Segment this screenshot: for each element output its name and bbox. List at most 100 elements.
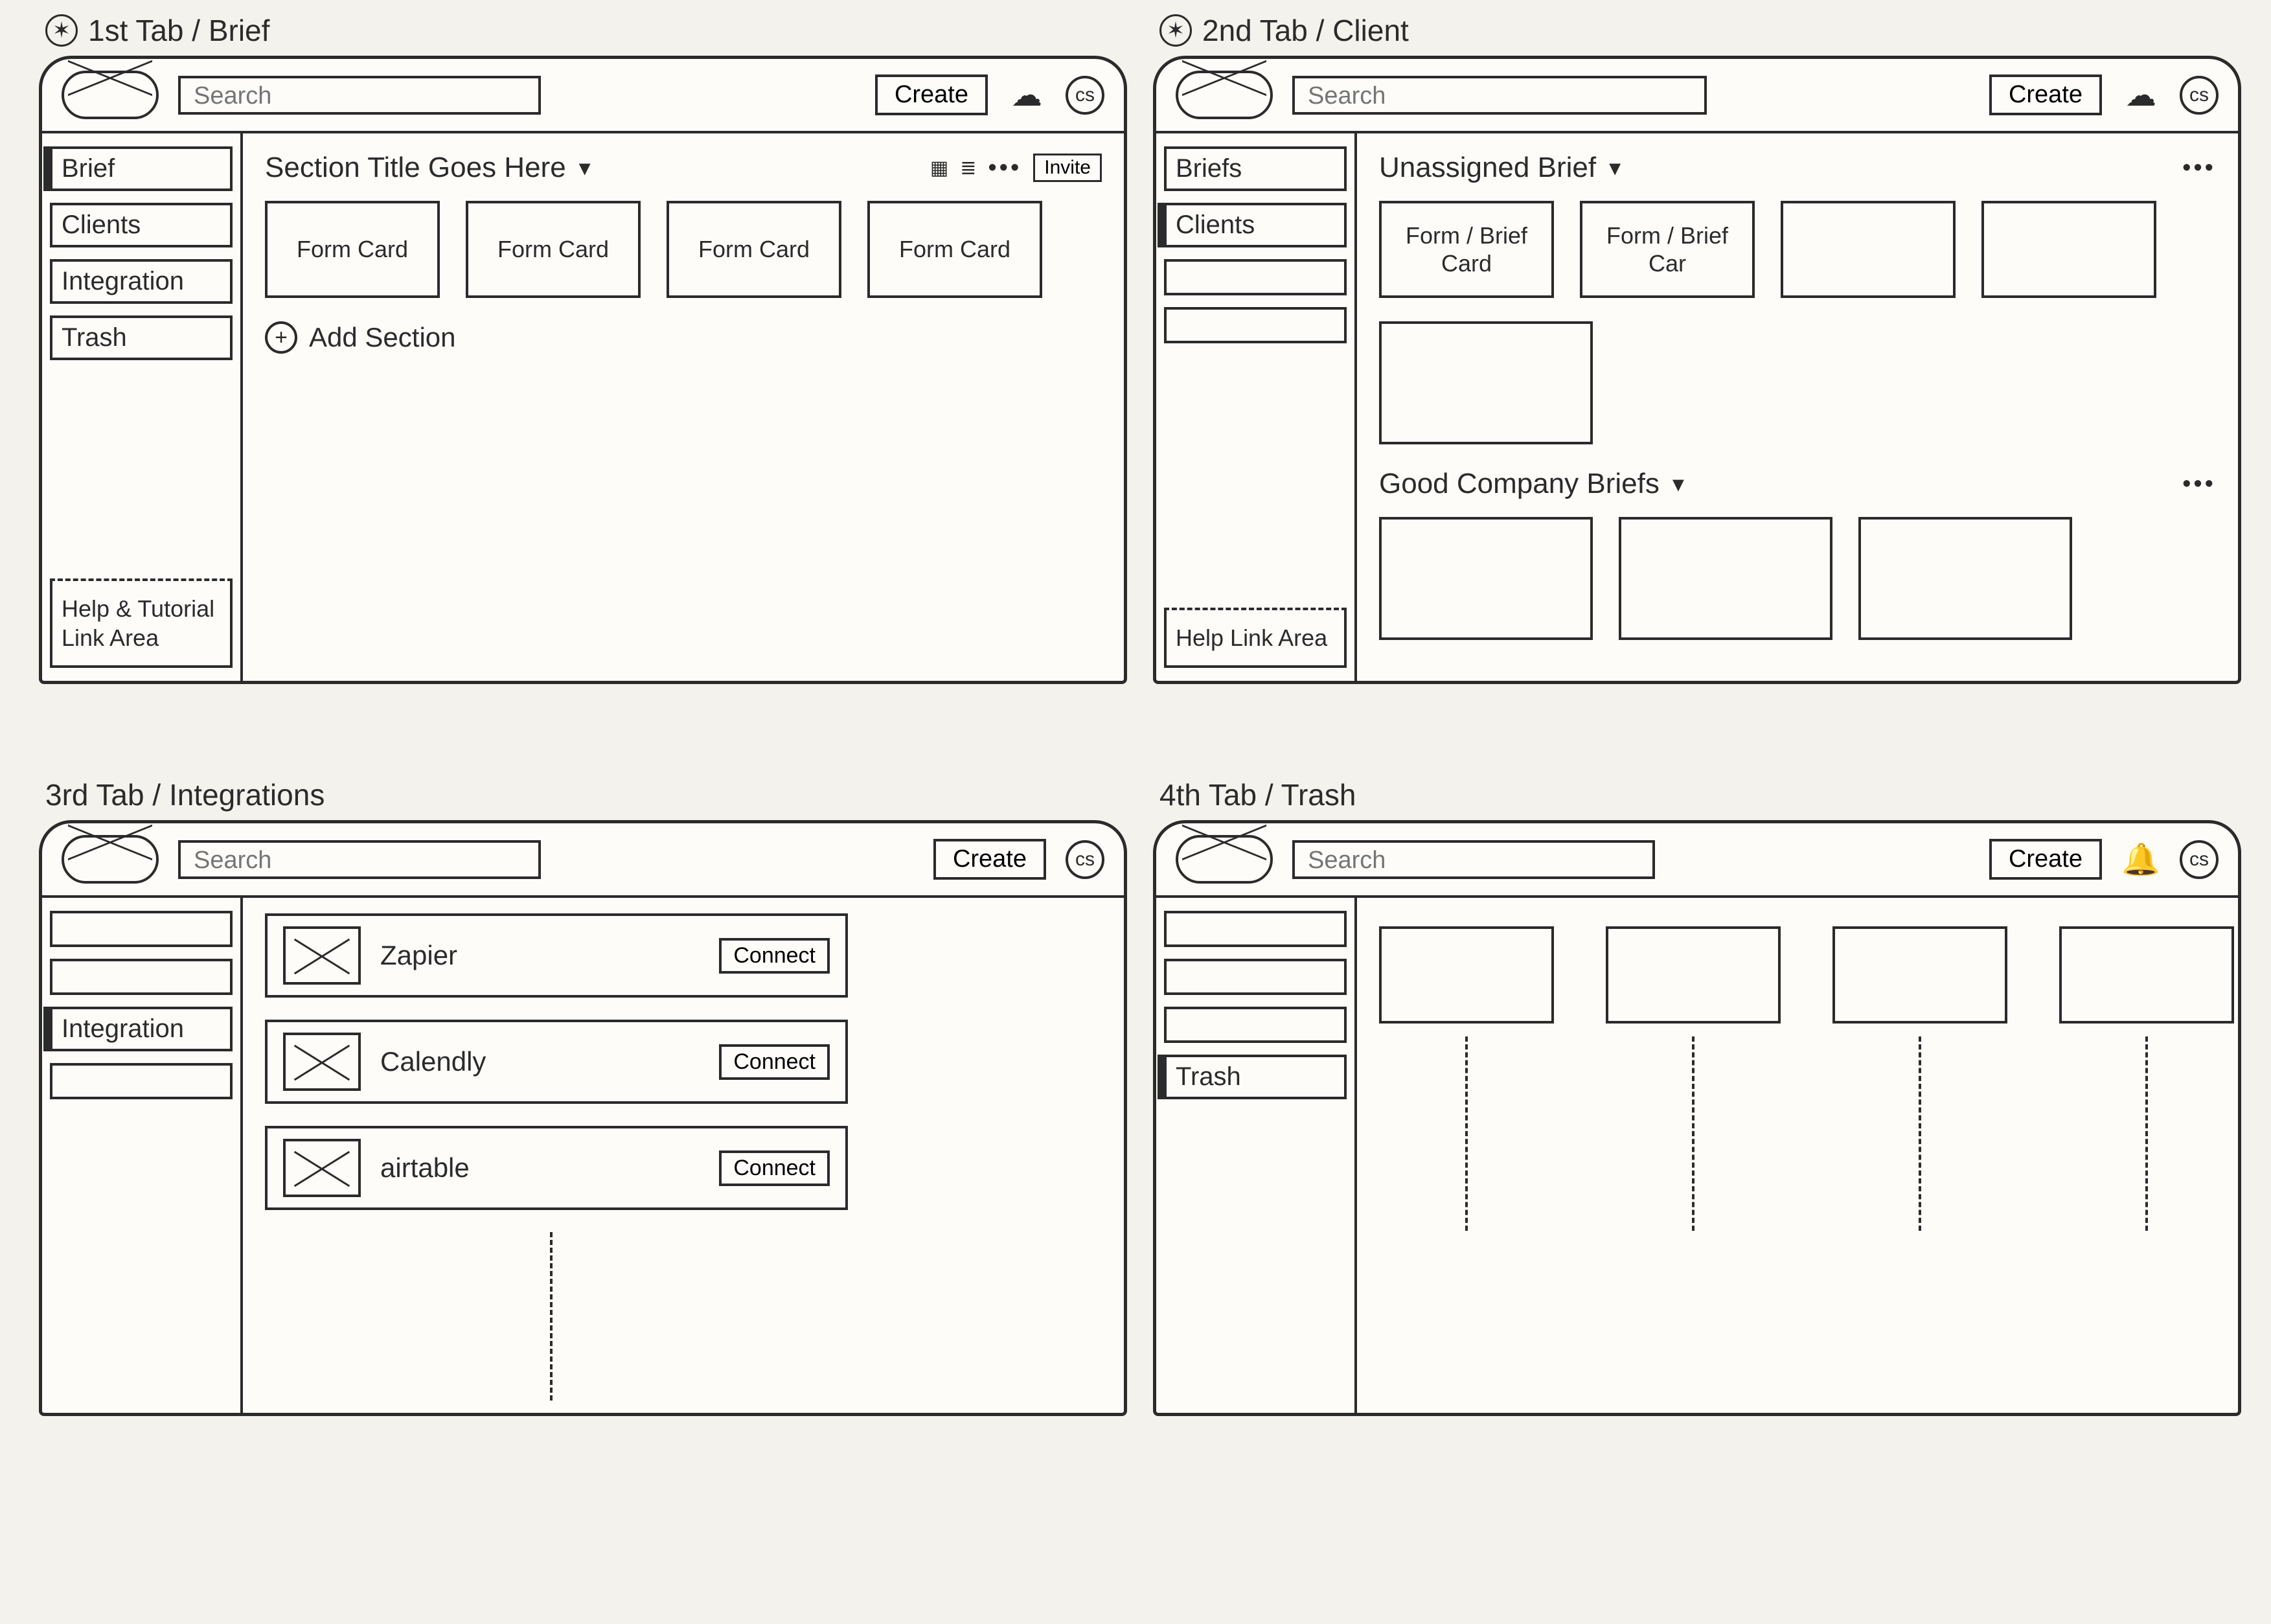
sidebar-item[interactable]	[1164, 259, 1347, 295]
brief-card[interactable]	[1379, 517, 1593, 640]
chevron-down-icon[interactable]: ▾	[1672, 470, 1684, 497]
integration-name: Zapier	[380, 940, 700, 971]
chevron-down-icon[interactable]: ▾	[579, 154, 591, 181]
create-button[interactable]: Create	[1989, 839, 2102, 880]
grid-view-icon[interactable]: ▦	[930, 157, 948, 179]
screen-annotation: ✶ 2nd Tab / Client	[1159, 13, 2241, 48]
brief-card[interactable]	[1981, 201, 2156, 298]
main-content: Zapier Connect Calendly Connect airtable…	[243, 898, 1124, 1413]
main-content	[1357, 898, 2238, 1413]
search-input[interactable]	[178, 840, 541, 879]
trash-card[interactable]	[1379, 926, 1554, 1024]
sidebar-item-trash[interactable]: Trash	[1164, 1055, 1347, 1099]
avatar[interactable]: cs	[1066, 840, 1104, 879]
notification-icon[interactable]: ☁	[1007, 76, 1046, 115]
create-button[interactable]: Create	[1989, 74, 2102, 115]
integration-logo	[283, 1139, 361, 1197]
search-input[interactable]	[178, 76, 541, 115]
form-card[interactable]: Form Card	[265, 201, 440, 298]
main-content: Unassigned Brief ▾ ••• Form / Brief Card…	[1357, 133, 2238, 681]
app-logo[interactable]	[62, 71, 159, 119]
group-title[interactable]: Good Company Briefs	[1379, 468, 1660, 500]
brief-card[interactable]: Form / Brief Card	[1379, 201, 1554, 298]
sidebar-item[interactable]	[1164, 959, 1347, 995]
form-card[interactable]: Form Card	[466, 201, 641, 298]
sidebar: Brief Clients Integration Trash Help & T…	[42, 133, 243, 681]
search-input[interactable]	[1292, 840, 1655, 879]
continuation-indicator	[550, 1232, 553, 1401]
section-title[interactable]: Section Title Goes Here	[265, 152, 566, 184]
create-button[interactable]: Create	[933, 839, 1046, 880]
app-window-integrations: Create cs Integration Zapier Connect	[39, 820, 1127, 1416]
bell-icon[interactable]: 🔔	[2121, 840, 2160, 879]
sidebar-item-clients[interactable]: Clients	[50, 203, 233, 247]
main-content: Section Title Goes Here ▾ ▦ ≣ ••• Invite…	[243, 133, 1124, 681]
avatar[interactable]: cs	[2180, 76, 2219, 115]
group-title[interactable]: Unassigned Brief	[1379, 152, 1596, 184]
section-header: Section Title Goes Here ▾ ▦ ≣ ••• Invite	[265, 152, 1102, 184]
sidebar-item[interactable]	[1164, 911, 1347, 947]
connect-button[interactable]: Connect	[719, 1044, 830, 1080]
invite-button[interactable]: Invite	[1033, 154, 1102, 182]
integration-name: Calendly	[380, 1046, 700, 1077]
more-icon[interactable]: •••	[2182, 470, 2216, 498]
group-header: Unassigned Brief ▾ •••	[1379, 152, 2216, 184]
create-button[interactable]: Create	[875, 74, 988, 115]
trash-card[interactable]	[2059, 926, 2234, 1024]
more-icon[interactable]: •••	[988, 154, 1021, 182]
integration-logo	[283, 926, 361, 985]
star-icon: ✶	[45, 14, 78, 47]
annotation-text: 2nd Tab / Client	[1202, 13, 1409, 48]
sidebar-item[interactable]	[50, 911, 233, 947]
add-section-button[interactable]: + Add Section	[265, 321, 1102, 354]
integration-row: airtable Connect	[265, 1126, 848, 1210]
avatar[interactable]: cs	[1066, 76, 1104, 115]
integration-row: Zapier Connect	[265, 913, 848, 998]
notification-icon[interactable]: ☁	[2121, 76, 2160, 115]
trash-card[interactable]	[1606, 926, 1781, 1024]
help-area[interactable]: Help Link Area	[1164, 608, 1347, 668]
card-row: Form Card Form Card Form Card Form Card	[265, 201, 1102, 298]
app-window-brief: Create ☁ cs Brief Clients Integration Tr…	[39, 56, 1127, 684]
avatar[interactable]: cs	[2180, 840, 2219, 879]
sidebar-item-integration[interactable]: Integration	[50, 259, 233, 304]
continuation-indicator	[1692, 1036, 1695, 1231]
sidebar: Briefs Clients Help Link Area	[1156, 133, 1357, 681]
brief-card[interactable]	[1858, 517, 2072, 640]
app-logo[interactable]	[1176, 71, 1273, 119]
sidebar-item-brief[interactable]: Brief	[50, 146, 233, 191]
sidebar-item[interactable]	[1164, 307, 1347, 343]
connect-button[interactable]: Connect	[719, 938, 830, 974]
brief-card[interactable]: Form / Brief Car	[1580, 201, 1755, 298]
search-input[interactable]	[1292, 76, 1707, 115]
annotation-text: 4th Tab / Trash	[1159, 777, 1356, 812]
sidebar: Trash	[1156, 898, 1357, 1413]
annotation-text: 3rd Tab / Integrations	[45, 777, 325, 812]
form-card[interactable]: Form Card	[867, 201, 1042, 298]
sidebar-item-briefs[interactable]: Briefs	[1164, 146, 1347, 191]
continuation-indicator	[1465, 1036, 1468, 1231]
sidebar-item[interactable]	[50, 1063, 233, 1099]
form-card[interactable]: Form Card	[667, 201, 841, 298]
brief-card[interactable]	[1619, 517, 1832, 640]
connect-button[interactable]: Connect	[719, 1150, 830, 1186]
sidebar-item[interactable]	[1164, 1007, 1347, 1043]
brief-card[interactable]	[1781, 201, 1956, 298]
topbar: Create ☁ cs	[1156, 59, 2238, 133]
topbar: Create cs	[42, 823, 1124, 898]
app-logo[interactable]	[1176, 835, 1273, 884]
list-view-icon[interactable]: ≣	[960, 157, 976, 179]
sidebar-item-integration[interactable]: Integration	[50, 1007, 233, 1051]
screen-annotation: 3rd Tab / Integrations	[45, 777, 1127, 812]
sidebar-item-clients[interactable]: Clients	[1164, 203, 1347, 247]
brief-card[interactable]	[1379, 321, 1593, 444]
sidebar-item-trash[interactable]: Trash	[50, 315, 233, 360]
integration-logo	[283, 1033, 361, 1091]
more-icon[interactable]: •••	[2182, 154, 2216, 182]
sidebar-item[interactable]	[50, 959, 233, 995]
continuation-indicator	[1919, 1036, 1921, 1231]
help-area[interactable]: Help & Tutorial Link Area	[50, 578, 233, 668]
trash-card[interactable]	[1832, 926, 2007, 1024]
chevron-down-icon[interactable]: ▾	[1609, 154, 1621, 181]
app-logo[interactable]	[62, 835, 159, 884]
